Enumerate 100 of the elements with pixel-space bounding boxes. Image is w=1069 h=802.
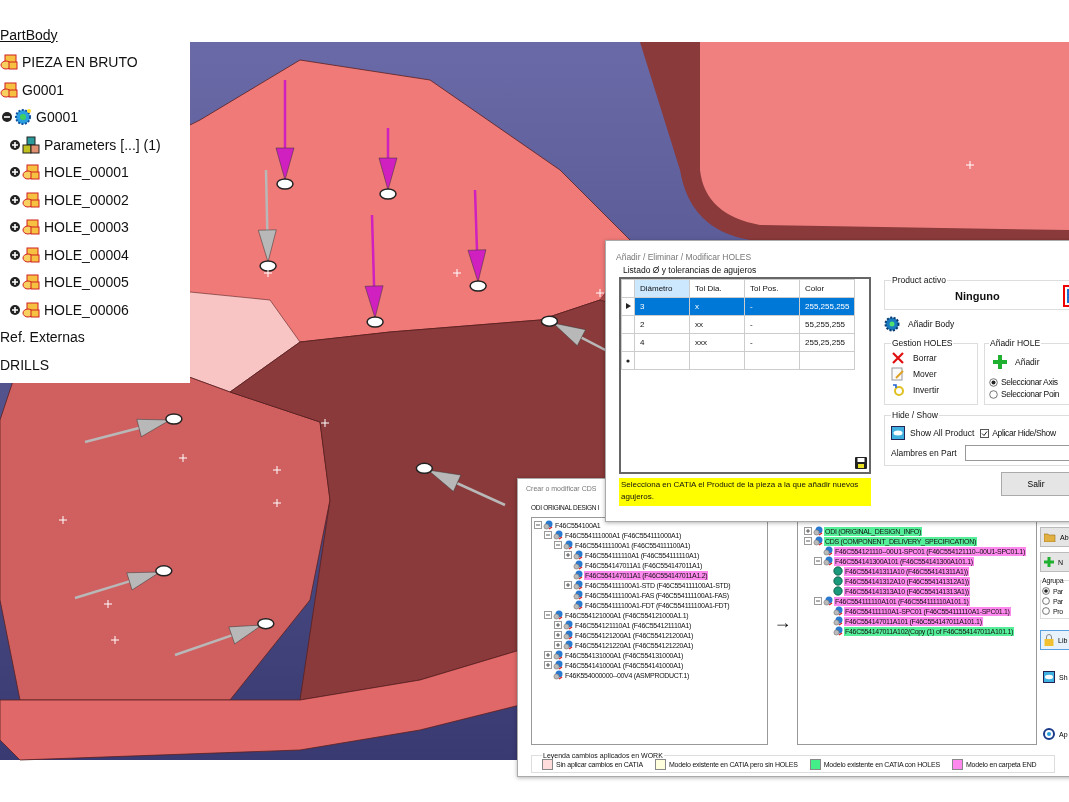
gears-icon bbox=[553, 610, 563, 620]
delete-button[interactable]: Borrar bbox=[891, 350, 937, 366]
column-header[interactable]: Tol Pos. bbox=[744, 279, 800, 298]
gears-icon bbox=[813, 526, 823, 536]
plus-icon[interactable] bbox=[8, 165, 22, 180]
table-row[interactable]: 2 xx - 55,255,255 bbox=[621, 315, 855, 334]
collapse-icon[interactable] bbox=[804, 537, 812, 545]
group-label: Hide / Show bbox=[891, 410, 939, 420]
field-label: Alambres en Part bbox=[891, 448, 957, 458]
expand-icon[interactable] bbox=[554, 641, 562, 649]
point-marker-icon bbox=[272, 465, 282, 475]
tree-item[interactable]: PartBody bbox=[0, 26, 58, 43]
tree-item[interactable]: HOLE_00002 bbox=[44, 191, 129, 208]
plus-icon bbox=[993, 355, 1007, 369]
column-header[interactable]: Color bbox=[799, 279, 855, 298]
gears-icon bbox=[543, 520, 553, 530]
blocks-icon bbox=[22, 135, 40, 154]
point-marker-icon bbox=[110, 635, 120, 645]
table-row[interactable]: 3 x - 255,255,255 bbox=[621, 297, 855, 316]
point-marker-icon bbox=[263, 268, 273, 278]
minus-icon[interactable] bbox=[0, 110, 14, 125]
show-all-button[interactable]: Show All Product bbox=[891, 425, 975, 441]
radio-circle-icon bbox=[1042, 607, 1050, 615]
table-cell: - bbox=[744, 315, 800, 334]
radio-option[interactable]: Seleccionar Axis bbox=[989, 376, 1069, 388]
gears-icon bbox=[553, 670, 563, 680]
expand-icon[interactable] bbox=[554, 631, 562, 639]
gears-icon bbox=[563, 630, 573, 640]
column-header[interactable]: Diámetro bbox=[634, 279, 690, 298]
expand-icon[interactable] bbox=[564, 581, 572, 589]
tree-item[interactable]: HOLE_00006 bbox=[44, 301, 129, 318]
gears-icon bbox=[573, 590, 583, 600]
gears-icon bbox=[833, 616, 843, 626]
gear-icon bbox=[884, 316, 900, 332]
expand-icon[interactable] bbox=[564, 551, 572, 559]
collapse-icon[interactable] bbox=[544, 611, 552, 619]
edit-button[interactable]: Mover bbox=[891, 366, 937, 382]
tree-item[interactable]: Ref. Externas bbox=[0, 329, 85, 346]
point-marker-icon bbox=[320, 418, 330, 428]
gears-icon bbox=[573, 580, 583, 590]
point-marker-icon bbox=[103, 599, 113, 609]
product-value: Ninguno bbox=[955, 290, 1000, 302]
plus-icon[interactable] bbox=[8, 247, 22, 262]
tree-item[interactable]: HOLE_00001 bbox=[44, 164, 129, 181]
padlock-icon bbox=[1044, 634, 1054, 646]
invert-button[interactable]: Invertir bbox=[891, 382, 939, 398]
point-marker-icon bbox=[965, 160, 975, 170]
gears-icon bbox=[573, 550, 583, 560]
tree-item[interactable]: G0001 bbox=[36, 109, 79, 126]
collapse-icon[interactable] bbox=[544, 531, 552, 539]
eye-icon bbox=[1043, 671, 1055, 683]
expand-icon[interactable] bbox=[554, 621, 562, 629]
cylinder-block-icon bbox=[22, 273, 40, 292]
tree-item[interactable]: Parameters [...] (1) bbox=[44, 136, 161, 153]
table-cell: - bbox=[744, 333, 800, 352]
tree-item[interactable]: PIEZA EN BRUTO bbox=[22, 54, 138, 71]
table-cell: xx bbox=[689, 315, 745, 334]
expand-icon[interactable] bbox=[804, 527, 812, 535]
row-pointer-icon bbox=[625, 303, 631, 309]
tree-item[interactable]: HOLE_00004 bbox=[44, 246, 129, 263]
collapse-icon[interactable] bbox=[554, 541, 562, 549]
exit-button[interactable]: Salir bbox=[1001, 472, 1069, 496]
gears-icon bbox=[833, 626, 843, 636]
cylinder-block-icon bbox=[22, 300, 40, 319]
eye-icon bbox=[891, 426, 905, 440]
group-label: Product activo bbox=[891, 275, 947, 285]
gears-icon bbox=[563, 620, 573, 630]
plus-icon[interactable] bbox=[8, 220, 22, 235]
gears-icon bbox=[833, 606, 843, 616]
plus-icon[interactable] bbox=[8, 192, 22, 207]
table-cell: 4 bbox=[634, 333, 690, 352]
window-title: Añadir / Eliminar / Modificar HOLES bbox=[615, 251, 753, 261]
radio-option[interactable]: Seleccionar Poin bbox=[989, 388, 1069, 400]
expand-icon[interactable] bbox=[544, 651, 552, 659]
pencil-page-icon bbox=[891, 367, 905, 381]
gears-icon bbox=[553, 650, 563, 660]
cylinder-block-icon bbox=[0, 53, 18, 72]
tree-item[interactable]: HOLE_00005 bbox=[44, 274, 129, 291]
table-cell: 255,25,255 bbox=[799, 333, 855, 352]
table-row[interactable]: 4 xxx - 255,25,255 bbox=[621, 333, 855, 352]
gears-icon bbox=[553, 660, 563, 670]
column-header[interactable]: Tol Dia. bbox=[689, 279, 745, 298]
cylinder-block-icon bbox=[0, 80, 18, 99]
plus-icon[interactable] bbox=[8, 302, 22, 317]
checkbox[interactable]: Aplicar Hide/Show bbox=[980, 428, 1056, 438]
tree-item[interactable]: G0001 bbox=[22, 81, 65, 98]
collapse-icon[interactable] bbox=[814, 557, 822, 565]
tree-item[interactable]: HOLE_00003 bbox=[44, 219, 129, 236]
wires-dropdown[interactable] bbox=[964, 445, 1069, 461]
gears-icon bbox=[563, 640, 573, 650]
add-body-button[interactable]: Añadir Body bbox=[884, 315, 1069, 333]
plus-icon[interactable] bbox=[8, 275, 22, 290]
close-icon bbox=[891, 351, 905, 365]
plus-icon[interactable] bbox=[8, 137, 22, 152]
gears-icon bbox=[553, 530, 563, 540]
add-button[interactable]: Añadir bbox=[993, 354, 1040, 370]
expand-icon[interactable] bbox=[544, 661, 552, 669]
collapse-icon[interactable] bbox=[534, 521, 542, 529]
tree-item[interactable]: DRILLS bbox=[0, 356, 50, 373]
collapse-icon[interactable] bbox=[814, 597, 822, 605]
